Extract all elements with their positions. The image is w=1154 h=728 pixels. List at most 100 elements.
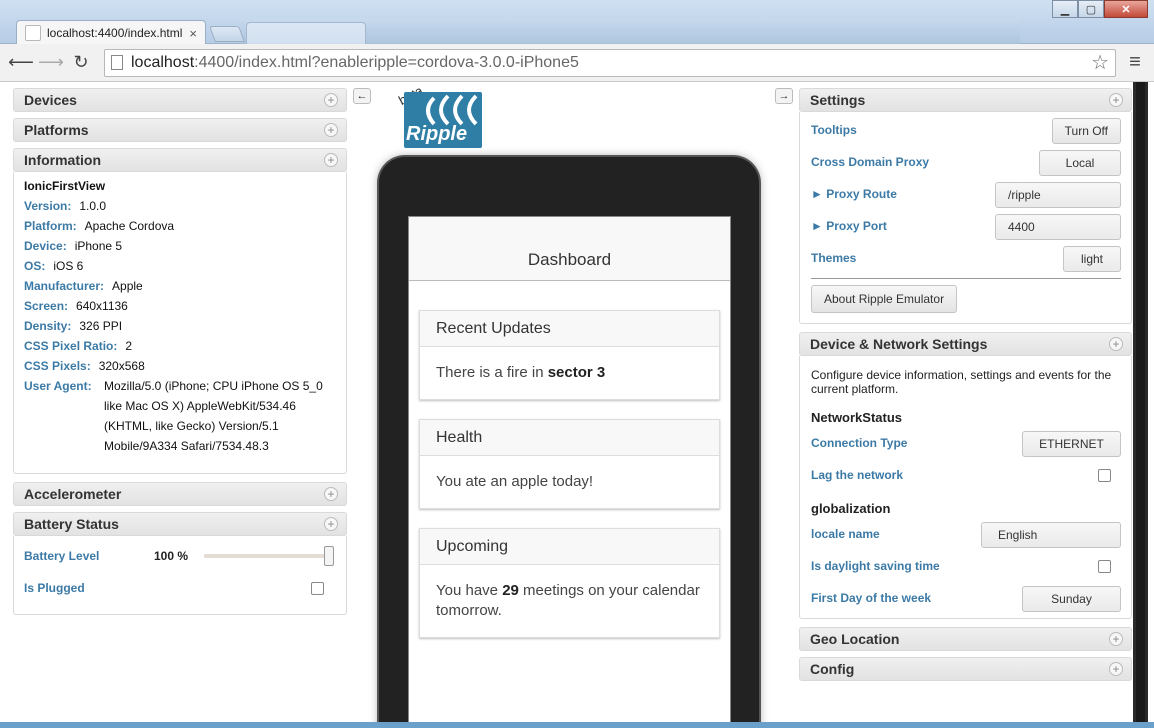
page-scrollbar[interactable] <box>1133 82 1148 728</box>
battery-panel-header[interactable]: Battery Status + <box>13 512 347 536</box>
expand-icon[interactable]: + <box>324 487 338 501</box>
device-screen: Dashboard Recent Updates There is a fire… <box>408 216 731 728</box>
accelerometer-panel-header[interactable]: Accelerometer + <box>13 482 347 506</box>
reload-button[interactable]: ↻ <box>68 50 94 76</box>
devices-panel-header[interactable]: Devices + <box>13 88 347 112</box>
expand-icon[interactable]: + <box>324 93 338 107</box>
lag-network-row: Lag the network <box>811 459 1121 491</box>
dst-row: Is daylight saving time <box>811 550 1121 582</box>
proxy-route-input[interactable]: /ripple <box>995 182 1121 208</box>
expand-icon[interactable]: + <box>324 153 338 167</box>
cross-domain-proxy-select[interactable]: Local <box>1039 150 1121 176</box>
proxy-route-label[interactable]: ► Proxy Route <box>811 187 897 201</box>
is-plugged-row: Is Plugged <box>24 572 336 604</box>
card[interactable]: Health You ate an apple today! <box>419 419 720 509</box>
dst-label: Is daylight saving time <box>811 559 940 573</box>
app-title: Dashboard <box>527 250 612 269</box>
expand-icon[interactable]: + <box>324 517 338 531</box>
url-path: :4400/index.html?enableripple=cordova-3.… <box>194 53 579 71</box>
config-title: Config <box>810 661 855 677</box>
bookmark-star-icon[interactable]: ☆ <box>1091 50 1109 75</box>
battery-panel: Battery Status + Battery Level 100 % Is … <box>13 512 347 615</box>
devices-title: Devices <box>24 92 77 108</box>
info-key: Version: <box>24 199 72 213</box>
expand-icon[interactable]: + <box>1109 632 1123 646</box>
address-bar[interactable]: localhost :4400/index.html?enableripple=… <box>104 48 1116 77</box>
expand-icon[interactable]: + <box>1109 93 1123 107</box>
app-name: IonicFirstView <box>24 179 106 193</box>
close-window-button[interactable]: ✕ <box>1104 0 1148 18</box>
collapse-left-button[interactable]: ← <box>353 88 371 104</box>
card-body: You have 29 meetings on your calendar to… <box>436 582 700 619</box>
browser-menu-icon[interactable]: ≡ <box>1124 51 1146 74</box>
info-row: Manufacturer: Apple <box>24 276 336 296</box>
config-panel-header[interactable]: Config + <box>799 657 1132 681</box>
browser-tab-background[interactable] <box>246 22 366 44</box>
new-tab-button[interactable] <box>209 26 245 42</box>
tab-close-icon[interactable]: × <box>189 26 197 41</box>
device-network-panel: Device & Network Settings + Configure de… <box>799 332 1132 619</box>
information-title: Information <box>24 152 101 168</box>
expand-icon[interactable]: + <box>1109 337 1123 351</box>
card[interactable]: Recent Updates There is a fire in sector… <box>419 310 720 400</box>
settings-panel-header[interactable]: Settings + <box>799 88 1132 112</box>
info-row: Device: iPhone 5 <box>24 236 336 256</box>
info-key: OS: <box>24 259 46 273</box>
info-key: CSS Pixels: <box>24 359 91 373</box>
page-content: Devices + Platforms + Information + Ioni… <box>0 82 1154 728</box>
forward-button[interactable]: ⟶ <box>38 50 64 76</box>
battery-level-row: Battery Level 100 % <box>24 540 336 572</box>
device-network-title: Device & Network Settings <box>810 336 988 352</box>
device-network-panel-header[interactable]: Device & Network Settings + <box>799 332 1132 356</box>
minimize-button[interactable]: ▁ <box>1052 0 1078 18</box>
right-panels: Settings + Tooltips Turn Off Cross Domai… <box>799 88 1132 687</box>
globalization-heading: globalization <box>811 501 891 516</box>
lag-network-checkbox[interactable] <box>1098 469 1111 482</box>
info-value: Apache Cordova <box>84 219 175 233</box>
info-row: CSS Pixel Ratio: 2 <box>24 336 336 356</box>
card-body: You ate an apple today! <box>436 473 594 490</box>
battery-level-slider[interactable] <box>204 546 334 566</box>
app-header: Dashboard <box>409 217 730 281</box>
platforms-panel-header[interactable]: Platforms + <box>13 118 347 142</box>
card-body: There is a fire in sector 3 <box>436 364 606 381</box>
info-key: CSS Pixel Ratio: <box>24 339 118 353</box>
proxy-port-label[interactable]: ► Proxy Port <box>811 219 887 233</box>
info-value: 326 PPI <box>79 319 123 333</box>
url-host: localhost <box>131 53 195 71</box>
info-row: OS: iOS 6 <box>24 256 336 276</box>
back-button[interactable]: ⟵ <box>8 50 34 76</box>
locale-select[interactable]: English <box>981 522 1121 548</box>
proxy-route-row: ► Proxy Route /ripple <box>811 178 1121 210</box>
divider <box>811 278 1121 279</box>
first-day-select[interactable]: Sunday <box>1022 586 1121 612</box>
info-value: Apple <box>112 279 143 293</box>
battery-body: Battery Level 100 % Is Plugged <box>13 536 347 615</box>
scrollbar-thumb[interactable] <box>1136 82 1145 724</box>
card-title: Upcoming <box>420 529 719 565</box>
information-panel-header[interactable]: Information + <box>13 148 347 172</box>
collapse-right-button[interactable]: → <box>775 88 793 104</box>
dst-checkbox[interactable] <box>1098 560 1111 573</box>
proxy-port-input[interactable]: 4400 <box>995 214 1121 240</box>
slider-handle[interactable] <box>324 546 334 566</box>
proxy-port-row: ► Proxy Port 4400 <box>811 210 1121 242</box>
browser-tab-active[interactable]: localhost:4400/index.html × <box>16 20 206 45</box>
geo-location-panel-header[interactable]: Geo Location + <box>799 627 1132 651</box>
connection-type-select[interactable]: ETHERNET <box>1022 431 1121 457</box>
themes-label: Themes <box>811 251 857 265</box>
info-key: Manufacturer: <box>24 279 105 293</box>
card-title: Health <box>420 420 719 456</box>
themes-select[interactable]: light <box>1063 246 1121 272</box>
about-ripple-button[interactable]: About Ripple Emulator <box>811 285 958 313</box>
expand-icon[interactable]: + <box>324 123 338 137</box>
tab-title: localhost:4400/index.html <box>47 26 183 40</box>
maximize-button[interactable]: ▢ <box>1078 0 1104 18</box>
is-plugged-checkbox[interactable] <box>311 582 324 595</box>
first-day-label: First Day of the week <box>811 591 932 605</box>
window-controls: ▁ ▢ ✕ <box>1052 0 1148 18</box>
info-key: Density: <box>24 319 72 333</box>
expand-icon[interactable]: + <box>1109 662 1123 676</box>
tooltips-toggle-button[interactable]: Turn Off <box>1051 118 1121 144</box>
card[interactable]: Upcoming You have 29 meetings on your ca… <box>419 528 720 638</box>
